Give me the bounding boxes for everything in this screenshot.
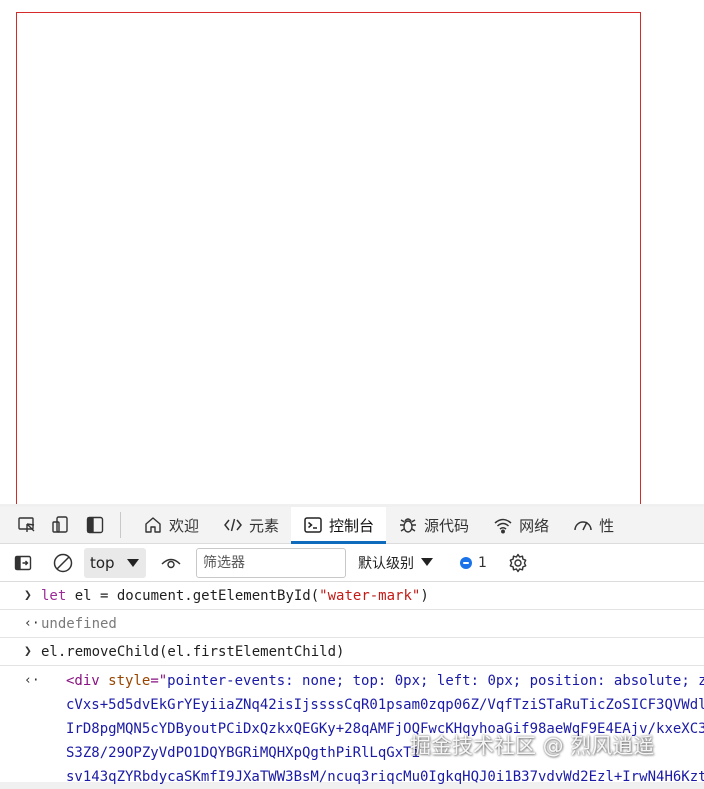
input-prompt-chevron-icon: ❯ (24, 588, 32, 603)
page-viewport (0, 0, 704, 504)
dock-side-icon[interactable] (78, 508, 112, 542)
water-mark-container (16, 12, 641, 504)
tab-welcome[interactable]: 欢迎 (131, 507, 211, 543)
html-tag-open: <div (66, 673, 109, 689)
log-level-select[interactable]: 默认级别 (358, 553, 434, 573)
console-input-line: ❯ el.removeChild(el.firstElementChild) (0, 638, 704, 666)
code-text: el = document.getElementById( (66, 588, 320, 604)
code-string: "water-mark" (319, 588, 421, 604)
console-result-line: ‹· undefined (0, 610, 704, 638)
result-arrow-icon: ‹· (24, 616, 40, 631)
tab-network[interactable]: 网络 (481, 507, 561, 543)
chevron-down-icon (126, 554, 140, 572)
performance-icon (573, 515, 593, 535)
base64-line: cVxs+5d5dvEkGrYEyiiaZNq42isIjssssCqR01ps… (66, 697, 704, 713)
wifi-icon (493, 515, 513, 535)
input-prompt-chevron-icon: ❯ (24, 644, 32, 659)
html-attr-eq: =" (150, 673, 168, 689)
code-keyword: let (41, 588, 67, 604)
console-input-line: ❯ let el = document.getElementById("wate… (0, 582, 704, 610)
log-level-label: 默认级别 (358, 555, 414, 572)
issues-counter[interactable]: 1 (460, 555, 487, 571)
tab-label: 网络 (519, 516, 550, 535)
html-attr-value: pointer-events: none; top: 0px; left: 0p… (167, 673, 704, 689)
context-value: top (90, 553, 115, 572)
watermark-text: 掘金技术社区 @ 烈风逍遥 (410, 734, 655, 758)
tab-label: 元素 (249, 516, 280, 535)
code-text-end: ) (420, 588, 429, 604)
device-emulation-icon[interactable] (44, 508, 78, 542)
context-select[interactable]: top (84, 547, 146, 578)
tab-performance[interactable]: 性 (561, 507, 626, 543)
tab-label: 欢迎 (169, 516, 200, 535)
tab-label: 控制台 (329, 516, 375, 535)
tab-sources[interactable]: 源代码 (386, 507, 481, 543)
tab-separator (120, 512, 121, 538)
bug-icon (398, 515, 418, 535)
result-arrow-icon: ‹· (24, 673, 40, 688)
sidebar-toggle-icon[interactable] (6, 546, 40, 580)
clear-console-icon[interactable] (46, 546, 80, 580)
issue-icon (460, 556, 472, 569)
tab-label: 性 (599, 516, 615, 535)
tab-console[interactable]: 控制台 (291, 507, 387, 544)
console-toolbar: top 默认级别 1 (0, 544, 704, 582)
devtools-tabbar: 欢迎 元素 控制台 源代码 网络 性 (0, 507, 704, 544)
chevron-down-icon (420, 556, 434, 570)
filter-input[interactable] (196, 547, 346, 578)
code-tags-icon (223, 515, 243, 535)
console-icon (303, 515, 323, 535)
issues-count: 1 (478, 554, 487, 571)
html-element-line: <div style="pointer-events: none; top: 0… (66, 669, 704, 693)
html-attr-name: style (108, 673, 151, 689)
code-text: el.removeChild(el.firstElementChild) (41, 644, 345, 660)
console-result-element[interactable]: ‹· <div style="pointer-events: none; top… (0, 666, 704, 789)
inspect-element-icon[interactable] (10, 508, 44, 542)
live-expression-eye-icon[interactable] (154, 546, 188, 580)
tab-elements[interactable]: 元素 (211, 507, 291, 543)
console-settings-gear-icon[interactable] (501, 546, 535, 580)
tab-label: 源代码 (424, 516, 470, 535)
result-value: undefined (41, 616, 117, 632)
base64-line: sv143qZYRbdycaSKmfI9JXaTWW3BsM/ncuq3riqc… (66, 769, 704, 785)
home-icon (143, 515, 163, 535)
